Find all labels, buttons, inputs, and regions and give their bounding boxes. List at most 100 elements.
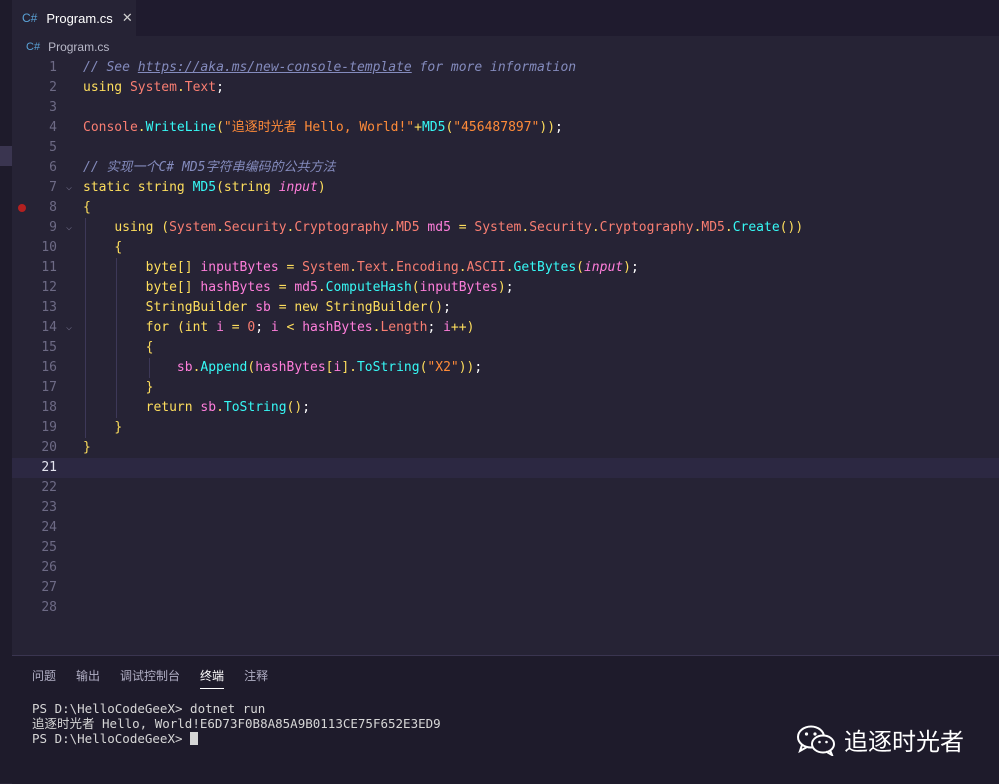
code-line[interactable]: 7 ⌵ static string MD5(string input) — [12, 178, 999, 198]
code-line[interactable]: 1 // See https://aka.ms/new-console-templ… — [12, 58, 999, 78]
code-line[interactable]: 19 } — [12, 418, 999, 438]
code-token: MD5 — [701, 220, 725, 235]
code-line[interactable]: 12 byte[] hashBytes = md5.ComputeHash(in… — [12, 278, 999, 298]
code-token: using — [114, 220, 162, 235]
code-token: ; — [443, 300, 451, 315]
close-icon[interactable]: ✕ — [122, 10, 133, 26]
terminal-cursor — [190, 732, 199, 745]
code-token: ( — [176, 320, 185, 335]
line-number: 1 — [49, 60, 57, 75]
code-line[interactable]: 17 } — [12, 378, 999, 398]
code-line[interactable]: 14 ⌵ for (int i = 0; i < hashBytes.Length… — [12, 318, 999, 338]
line-number: 28 — [41, 600, 57, 615]
breakpoint-icon[interactable] — [18, 204, 26, 212]
code-line[interactable]: 28 — [12, 598, 999, 618]
code-line[interactable]: 25 — [12, 538, 999, 558]
code-token: using — [83, 80, 130, 95]
code-token: ; — [427, 320, 444, 335]
code-line[interactable]: 11 byte[] inputBytes = System.Text.Encod… — [12, 258, 999, 278]
code-token: ; — [216, 80, 224, 95]
indent-guide — [149, 358, 150, 378]
line-number: 15 — [41, 340, 57, 355]
code-line[interactable]: 5 — [12, 138, 999, 158]
fold-chevron-icon[interactable]: ⌵ — [66, 218, 72, 238]
code-line[interactable]: 18 return sb.ToString(); — [12, 398, 999, 418]
breadcrumb-item-program-cs[interactable]: Program.cs — [48, 40, 109, 54]
code-line[interactable]: 4 Console.WriteLine("追逐时光者 Hello, World!"… — [12, 118, 999, 138]
code-line[interactable]: 10 { — [12, 238, 999, 258]
code-token: ; — [474, 360, 483, 375]
code-token: { — [114, 240, 123, 255]
code-token: ) — [317, 180, 326, 195]
line-number: 7 — [49, 180, 57, 195]
code-line[interactable]: 16 sb.Append(hashBytes[i].ToString("X2")… — [12, 358, 999, 378]
terminal-line: PS D:\HelloCodeGeeX> — [32, 731, 191, 746]
fold-chevron-icon[interactable]: ⌵ — [66, 318, 72, 338]
code-token: . — [724, 220, 733, 235]
panel-tab[interactable]: 注释 — [244, 666, 268, 688]
code-token: . — [458, 260, 467, 275]
code-editor[interactable]: 1 // See https://aka.ms/new-console-templ… — [12, 58, 999, 655]
code-token: . — [349, 260, 357, 275]
code-token: { — [83, 200, 91, 215]
code-line[interactable]: 22 — [12, 478, 999, 498]
code-token: ToString — [223, 400, 287, 415]
bottom-panel: 问题 输出 调试控制台 终端 注释 PS D:\HelloCodeGeeX> dotne… — [12, 655, 999, 784]
code-token: inputBytes — [200, 260, 287, 275]
code-token: ( — [161, 220, 170, 235]
code-token: + — [414, 120, 422, 135]
line-number: 4 — [49, 120, 57, 135]
code-token: ; — [255, 320, 271, 335]
line-number: 20 — [41, 440, 57, 455]
fold-chevron-icon[interactable]: ⌵ — [66, 178, 72, 198]
panel-tab[interactable]: 终端 — [200, 666, 225, 689]
line-code: // 实现一个C# MD5字符串编码的公共方法 — [83, 158, 335, 178]
code-line[interactable]: 20} — [12, 438, 999, 458]
code-line[interactable]: 23 — [12, 498, 999, 518]
code-line[interactable]: 6 // 实现一个C# MD5字符串编码的公共方法 — [12, 158, 999, 178]
code-token: ( — [576, 260, 584, 275]
code-token: StringBuilder — [325, 300, 428, 315]
code-token: ++ — [450, 320, 467, 335]
scroll-marker — [0, 146, 12, 166]
code-token: = — [286, 260, 303, 275]
panel-tab[interactable]: 问题 — [32, 666, 56, 688]
code-line[interactable]: 13 StringBuilder sb = new StringBuilder(… — [12, 298, 999, 318]
code-line[interactable]: 8{ — [12, 198, 999, 218]
code-token: ; — [630, 260, 639, 275]
code-line[interactable]: 24 — [12, 518, 999, 538]
code-line[interactable]: 15 { — [12, 338, 999, 358]
tab-program-cs[interactable]: C# Program.cs ✕ — [12, 0, 136, 36]
terminal[interactable]: PS D:\HelloCodeGeeX> dotnet run 追逐时光者 He… — [32, 701, 441, 746]
code-token: Security — [223, 220, 287, 235]
code-token: Length — [380, 320, 428, 335]
line-code: sb.Append(hashBytes[i].ToString("X2")); — [83, 358, 482, 378]
code-line[interactable]: 3 — [12, 98, 999, 118]
code-line[interactable]: 27 — [12, 578, 999, 598]
code-token: new — [294, 300, 326, 315]
code-token: i — [216, 320, 232, 335]
code-token: } — [114, 420, 123, 435]
code-token: ()) — [779, 220, 804, 235]
code-token: for — [145, 320, 177, 335]
code-line[interactable]: 2 using System.Text; — [12, 78, 999, 98]
panel-tab[interactable]: 调试控制台 — [120, 666, 180, 688]
panel-tab[interactable]: 输出 — [76, 666, 100, 688]
line-number: 9 — [49, 220, 57, 235]
code-token: . — [176, 80, 185, 95]
code-line[interactable]: 26 — [12, 558, 999, 578]
code-token: = — [278, 300, 295, 315]
code-token: . — [505, 260, 514, 275]
code-token: // 实现一个C# MD5字符串编码的公共方法 — [83, 160, 336, 175]
line-code: { — [83, 198, 91, 218]
line-number: 6 — [49, 160, 57, 175]
code-line[interactable]: 9 ⌵ using (System.Security.Cryptography.M… — [12, 218, 999, 238]
code-line[interactable]: 21 — [12, 458, 999, 478]
code-token: ASCII — [466, 260, 506, 275]
code-token: )) — [458, 360, 475, 375]
code-token: "456487897" — [453, 120, 540, 135]
line-number: 24 — [41, 520, 57, 535]
